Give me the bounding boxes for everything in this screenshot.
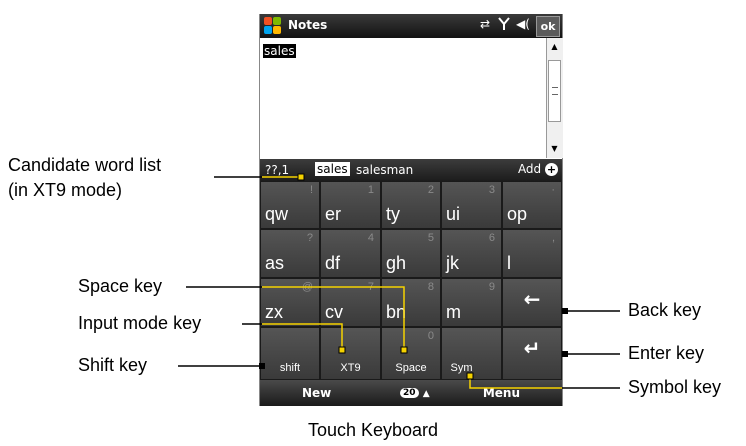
key-gh[interactable]: 5 gh [381,229,441,278]
input-mode-key-callout: Input mode key [78,313,202,333]
title-bar: Notes ⇄ ◀( ok [260,14,562,38]
key-alt-label: , [551,232,555,244]
key-l[interactable]: ,l [502,229,562,278]
candidate-word-bar: ??,1 sales salesman Add + [260,159,562,181]
candidate-list-callout: Candidate word list [8,155,162,175]
new-softkey[interactable]: New [302,386,331,400]
key-jk[interactable]: 6 jk [441,229,502,278]
key-label: shift [279,362,301,374]
key-label: ty [386,204,401,224]
add-plus-icon: + [545,163,558,176]
key-label: jk [446,253,459,273]
symbol-key-callout: Symbol key [628,377,722,397]
key-alt-label: @ [301,281,313,293]
key-alt-label: 8 [427,281,434,293]
key-alt-label: 1 [367,184,374,196]
enter-key-callout: Enter key [628,343,705,363]
key-label: qw [265,204,289,224]
key-alt-label: · [551,184,555,196]
device-screen: Notes ⇄ ◀( ok sales ▲ ▼ ??,1 sales sales… [259,14,563,406]
key-alt-label: 5 [427,232,434,244]
key-as[interactable]: ? as [260,229,320,278]
scroll-thumb[interactable] [548,60,561,122]
key-zx[interactable]: @ zx [260,278,320,327]
key-alt-label: ? [306,232,313,244]
key-label: as [265,253,285,273]
scroll-up-icon[interactable]: ▲ [549,42,560,51]
menu-softkey[interactable]: Menu [483,386,520,400]
volume-icon[interactable]: ◀( [516,17,530,31]
key-ui[interactable]: 3 ui [441,181,502,229]
key-alt-label: 6 [488,232,495,244]
space-key-callout: Space key [78,276,163,296]
candidate-list-callout-sub: (in XT9 mode) [8,180,123,200]
key-alt-label: 3 [488,184,495,196]
key-label: er [325,204,342,224]
app-title: Notes [288,18,328,32]
key-alt-label: 0 [427,330,434,342]
back-key[interactable]: ← [502,278,562,327]
candidate-mode-label[interactable]: ??,1 [265,163,289,177]
key-alt-label: ! [309,184,313,196]
signal-icon[interactable] [498,17,510,34]
add-label: Add [517,162,542,176]
key-label: ui [446,204,461,224]
add-word-button[interactable]: Add + [518,162,558,176]
key-label: cv [325,302,343,322]
key-label: gh [386,253,407,273]
backspace-arrow-icon: ← [523,287,541,311]
key-cv[interactable]: 7 cv [320,278,381,327]
enter-key[interactable]: ↵ [502,327,562,380]
key-alt-label: 9 [488,281,495,293]
key-alt-label: 7 [367,281,374,293]
windows-start-icon[interactable] [264,17,282,35]
connectivity-icon[interactable]: ⇄ [480,17,490,31]
key-m[interactable]: 9m [441,278,502,327]
key-df[interactable]: 4 df [320,229,381,278]
symbol-key[interactable]: Sym [441,327,502,380]
candidate-item-selected[interactable]: sales [315,162,350,176]
caret-up-icon: ▲ [422,389,430,399]
softkey-bar: New 20 ▲ Menu [260,380,562,406]
key-bn[interactable]: 8 bn [381,278,441,327]
key-er[interactable]: 1 er [320,181,381,229]
figure-caption: Touch Keyboard [307,420,439,440]
key-op[interactable]: · op [502,181,562,229]
back-key-callout: Back key [628,300,702,320]
shift-key-callout: Shift key [78,355,148,375]
notes-text-area[interactable]: sales [260,38,546,158]
touch-keyboard: ! qw 1 er 2 ty 3 ui · op ? as 4 df 5 gh 6 jk ,l @… [260,181,562,380]
key-label: df [325,253,341,273]
key-label: m [446,302,461,322]
key-alt-label: 4 [367,232,374,244]
enter-arrow-icon: ↵ [523,336,541,360]
vertical-scrollbar[interactable]: ▲ ▼ [546,38,563,158]
key-label: zx [265,302,283,322]
key-label: op [507,204,528,224]
key-label: XT9 [340,362,361,374]
scroll-down-icon[interactable]: ▼ [549,144,560,153]
ok-button[interactable]: ok [536,16,560,37]
input-mode-key[interactable]: XT9 [320,327,381,380]
key-label: Sym [450,362,473,374]
shift-key[interactable]: shift [260,327,320,380]
input-badge: 20 [400,387,419,398]
key-label: l [507,253,511,273]
key-alt-label: 2 [427,184,434,196]
document-text: sales [263,44,296,58]
key-label: bn [386,302,407,322]
key-qw[interactable]: ! qw [260,181,320,229]
scroll-grip-icon [552,87,558,95]
key-ty[interactable]: 2 ty [381,181,441,229]
input-panel-button[interactable]: 20 ▲ [400,385,430,399]
candidate-item[interactable]: salesman [356,163,413,177]
